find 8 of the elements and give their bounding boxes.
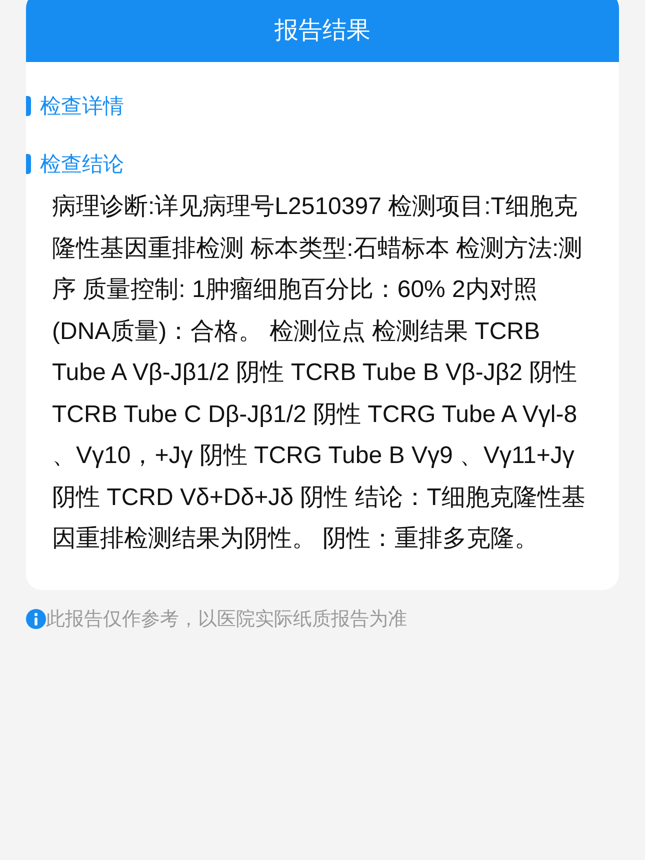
section-marker	[26, 96, 31, 116]
header-title: 报告结果	[274, 16, 370, 46]
conclusion-text: 病理诊断:详见病理号L2510397 检测项目:T细胞克隆性基因重排检测 标本类型:石蜡标本 检测方法:测序 质量控制: 1肿瘤细胞百分比：60% 2内对照(DNA质量)：合格。 检测位点 检测结果 TCRB Tube A Vβ-Jβ1/2 阴性 TCRB Tube B Vβ-Jβ2 阴性 TCRB Tube C Dβ-Jβ1/2 阴性 TCRG Tube A Vγl-8 、Vγ10，+Jγ 阴性 TCRG Tube B Vγ9 、Vγ11+Jγ 阴性 TCRD Vδ+Dδ+Jδ 阴性 结论：T细胞克隆性基因重排检测结果为阴性。 阴性：重排多克隆。	[51, 192, 586, 554]
disclaimer-text: 此报告仅作参考，以医院实际纸质报告为准	[46, 608, 407, 632]
info-icon	[26, 608, 46, 628]
section-title: 检查详情	[40, 94, 124, 120]
section-marker	[26, 154, 31, 174]
section-title: 检查结论	[40, 152, 124, 178]
